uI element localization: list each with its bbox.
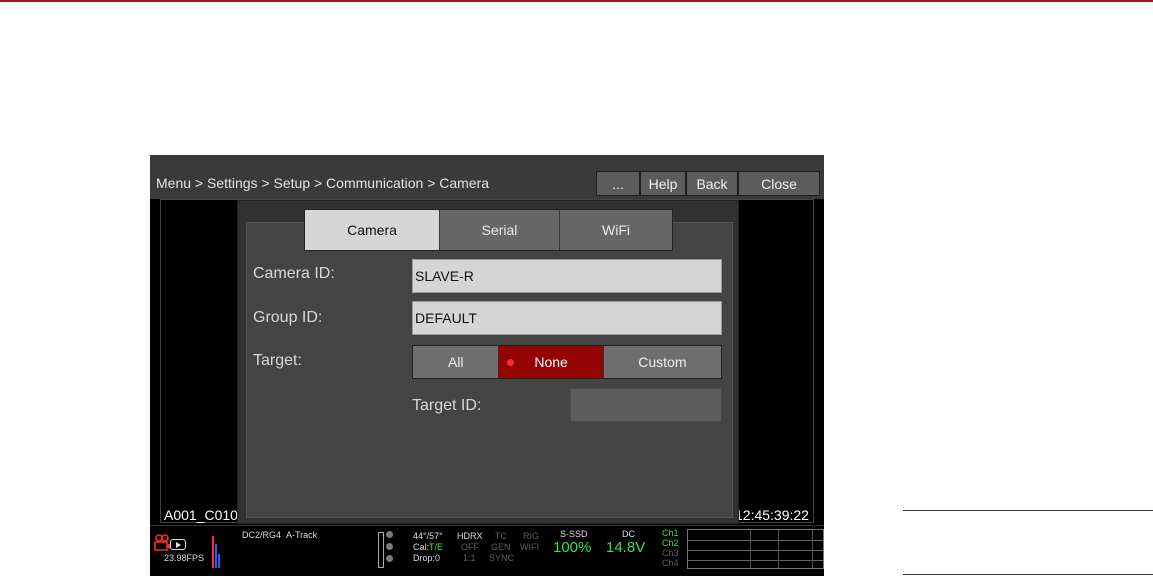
timecode: 12:45:39:22 bbox=[735, 507, 809, 523]
temperature-readout: 44°/57° bbox=[413, 531, 443, 541]
calibration-readout: Cal:T/E bbox=[413, 542, 443, 552]
rig-label: RIG bbox=[523, 531, 540, 541]
hdrx-label: HDRX bbox=[457, 531, 483, 541]
status-led bbox=[386, 543, 393, 550]
side-rule bbox=[903, 574, 1153, 575]
channel-3-label: Ch3 bbox=[662, 548, 679, 558]
channel-4-label: Ch4 bbox=[662, 558, 679, 568]
target-id-label: Target ID: bbox=[412, 397, 482, 414]
track-readout: A-Track bbox=[286, 530, 318, 540]
sync-label: SYNC bbox=[489, 553, 515, 563]
target-all-option[interactable]: All bbox=[413, 346, 499, 378]
codec-readout: DC2/RG4 bbox=[242, 530, 282, 540]
close-button[interactable]: Close bbox=[738, 171, 820, 196]
status-led bbox=[386, 531, 393, 538]
level-meter bbox=[378, 532, 384, 568]
target-id-input[interactable] bbox=[570, 388, 722, 422]
clip-name: A001_C010 bbox=[164, 507, 238, 523]
back-button[interactable]: Back bbox=[686, 171, 738, 196]
status-led bbox=[386, 555, 393, 562]
group-id-input[interactable]: DEFAULT bbox=[412, 301, 722, 335]
status-bar: 23.98FPS DC2/RG4 A-Track 44°/57° Cal:T/E… bbox=[150, 525, 824, 576]
target-label: Target: bbox=[253, 352, 302, 369]
drop-readout: Drop:0 bbox=[413, 553, 441, 563]
histogram-icon bbox=[212, 536, 220, 568]
fps-readout: 23.98FPS bbox=[164, 553, 205, 563]
tab-bar: Camera Serial WiFi bbox=[304, 209, 673, 251]
media-capacity: 100% bbox=[553, 539, 592, 556]
record-camera-icon bbox=[154, 534, 170, 551]
play-icon[interactable] bbox=[170, 539, 186, 550]
audio-meter-grid bbox=[687, 529, 824, 569]
target-none-label: None bbox=[534, 354, 568, 370]
channel-2-label: Ch2 bbox=[662, 538, 679, 548]
help-button[interactable]: Help bbox=[640, 171, 686, 196]
gen-label: GEN bbox=[491, 542, 511, 552]
side-rule bbox=[903, 510, 1153, 511]
tab-camera[interactable]: Camera bbox=[305, 210, 439, 250]
calibration-label: Cal: bbox=[413, 542, 430, 552]
hdrx-state: OFF bbox=[461, 542, 479, 552]
tc-label: TC bbox=[495, 531, 507, 541]
menu-header-bar: Menu > Settings > Setup > Communication … bbox=[150, 155, 824, 199]
more-button[interactable]: ... bbox=[596, 171, 640, 196]
wifi-label: WIFI bbox=[520, 542, 539, 552]
target-custom-option[interactable]: Custom bbox=[602, 346, 721, 378]
dc-label: DC bbox=[622, 529, 635, 539]
target-none-option[interactable]: None bbox=[498, 346, 603, 378]
breadcrumb: Menu > Settings > Setup > Communication … bbox=[156, 175, 490, 191]
group-id-label: Group ID: bbox=[253, 309, 323, 326]
selected-indicator-icon bbox=[507, 359, 515, 366]
camera-id-input[interactable]: SLAVE-R bbox=[412, 259, 722, 293]
target-selector: All None Custom bbox=[412, 345, 722, 379]
camera-id-label: Camera ID: bbox=[253, 265, 335, 282]
calibration-value: T/E bbox=[429, 542, 444, 552]
tab-serial[interactable]: Serial bbox=[439, 210, 559, 250]
camera-screen: Menu > Settings > Setup > Communication … bbox=[150, 155, 824, 576]
top-rule bbox=[0, 0, 1153, 2]
dc-voltage: 14.8V bbox=[606, 539, 646, 556]
channel-1-label: Ch1 bbox=[662, 528, 679, 538]
tab-wifi[interactable]: WiFi bbox=[559, 210, 672, 250]
media-label: S-SSD bbox=[560, 529, 588, 539]
hdrx-ratio: 1:1 bbox=[463, 553, 476, 563]
